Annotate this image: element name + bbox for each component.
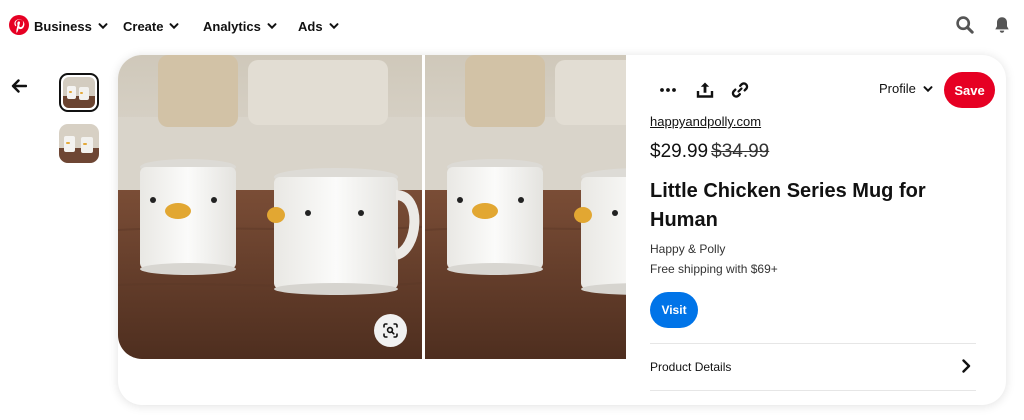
- profile-board-select[interactable]: Profile: [879, 81, 933, 96]
- thumbnail-2[interactable]: [59, 124, 99, 163]
- visual-search-button[interactable]: [374, 314, 407, 347]
- chevron-down-icon: [98, 23, 108, 30]
- nav-analytics-label: Analytics: [203, 18, 261, 34]
- search-icon[interactable]: [955, 15, 975, 35]
- mugs-photo: [118, 55, 422, 359]
- pinterest-logo[interactable]: [9, 15, 29, 35]
- pin-details-panel: Profile Save happyandpolly.com $29.99 $3…: [650, 55, 1006, 405]
- back-arrow-icon[interactable]: [11, 79, 27, 93]
- chevron-down-icon: [923, 85, 933, 92]
- chevron-down-icon: [169, 23, 179, 30]
- pin-closeup-card: Profile Save happyandpolly.com $29.99 $3…: [118, 55, 1006, 405]
- visual-search-icon: [383, 323, 398, 338]
- mugs-photo: [425, 55, 626, 359]
- nav-business-label: Business: [34, 18, 92, 34]
- more-options-icon[interactable]: [658, 80, 678, 100]
- price-row: $29.99 $34.99: [650, 141, 769, 163]
- shipping-info: Free shipping with $69+: [650, 262, 778, 276]
- divider: [650, 390, 976, 391]
- link-icon[interactable]: [730, 80, 750, 100]
- chevron-down-icon: [329, 23, 339, 30]
- product-details-label: Product Details: [650, 360, 732, 374]
- divider: [650, 343, 976, 344]
- nav-create-label: Create: [123, 18, 164, 34]
- mug-thumbnail-image: [63, 77, 95, 108]
- visit-button[interactable]: Visit: [650, 292, 698, 328]
- original-price: $34.99: [711, 141, 770, 162]
- share-icon[interactable]: [695, 80, 715, 100]
- chevron-right-icon: [962, 359, 971, 373]
- profile-board-label: Profile: [879, 81, 916, 96]
- product-details-row[interactable]: Product Details: [650, 353, 976, 381]
- product-title: Little Chicken Series Mug for Human: [650, 180, 926, 231]
- chevron-down-icon: [267, 23, 277, 30]
- current-price: $29.99: [650, 141, 709, 162]
- nav-ads-label: Ads: [298, 18, 323, 34]
- nav-analytics[interactable]: Analytics: [203, 16, 277, 36]
- product-image-main[interactable]: [118, 55, 422, 359]
- save-button[interactable]: Save: [944, 72, 995, 108]
- product-brand: Happy & Polly: [650, 242, 726, 256]
- nav-ads[interactable]: Ads: [298, 16, 339, 36]
- mug-thumbnail-image: [59, 124, 99, 163]
- nav-create[interactable]: Create: [123, 16, 179, 36]
- source-domain-link[interactable]: happyandpolly.com: [650, 114, 761, 129]
- bell-icon[interactable]: [992, 15, 1012, 35]
- nav-business[interactable]: Business: [34, 16, 108, 36]
- thumbnail-1[interactable]: [59, 73, 99, 112]
- product-image-secondary[interactable]: [425, 55, 626, 359]
- thumbnail-image: [63, 77, 95, 108]
- top-navigation: Business Create Analytics Ads: [0, 0, 1024, 50]
